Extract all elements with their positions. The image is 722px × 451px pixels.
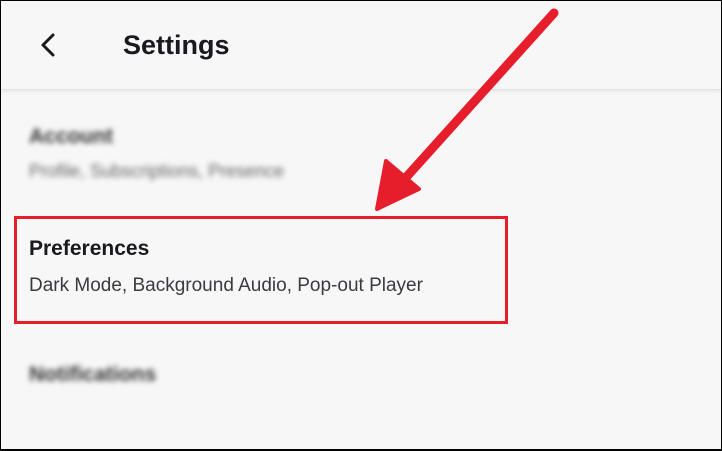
app-header: Settings [1, 1, 721, 90]
page-title: Settings [123, 30, 230, 60]
settings-item-title: Preferences [29, 237, 150, 260]
settings-item-subtitle: Dark Mode, Background Audio, Pop-out Pla… [29, 275, 423, 296]
settings-item-notifications[interactable]: Notifications [1, 351, 721, 411]
settings-item-account[interactable]: Account Profile, Subscriptions, Presence [1, 111, 721, 203]
settings-item-preferences[interactable]: Preferences Dark Mode, Background Audio,… [1, 225, 721, 325]
settings-item-title: Notifications [29, 363, 157, 386]
chevron-left-icon [41, 33, 55, 57]
settings-item-title: Account [29, 125, 113, 148]
settings-item-subtitle: Profile, Subscriptions, Presence [29, 161, 285, 181]
settings-screen: Settings Account Profile, Subscriptions,… [1, 1, 721, 449]
back-button[interactable] [27, 23, 71, 67]
